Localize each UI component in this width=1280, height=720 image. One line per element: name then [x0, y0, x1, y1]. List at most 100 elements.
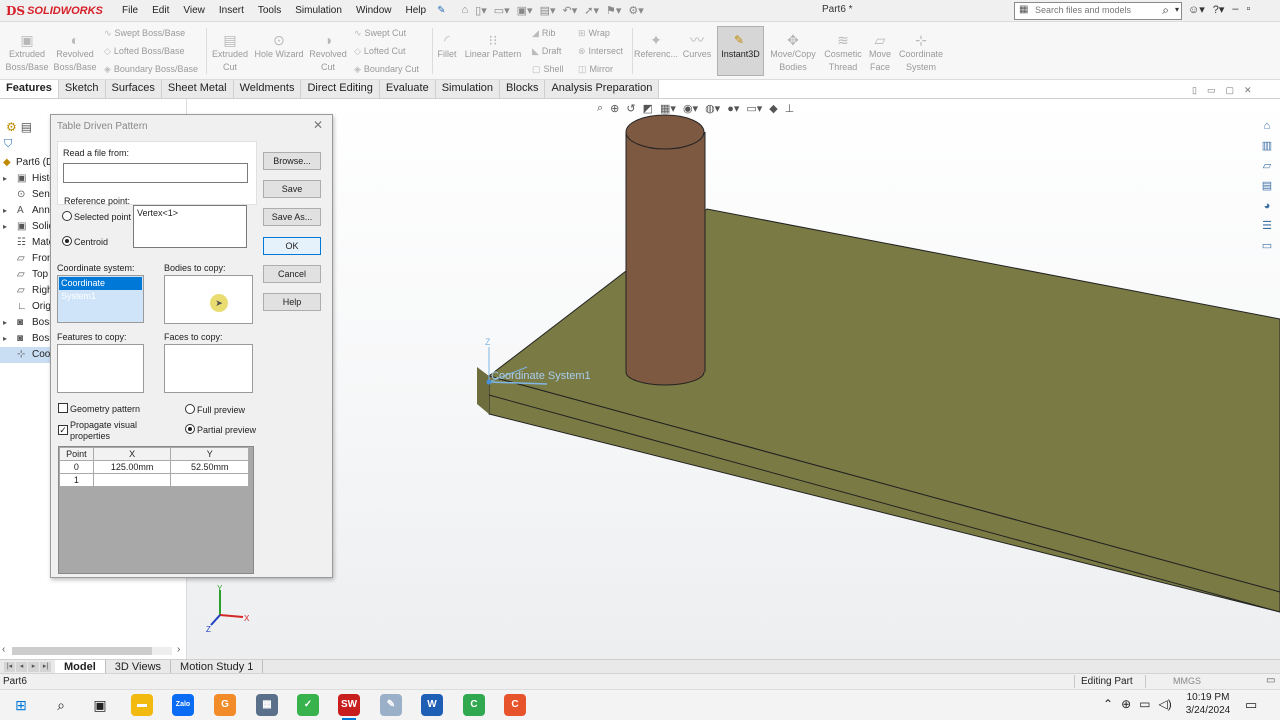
- search-input[interactable]: ▦ Search files and models ⌕ ▾: [1014, 2, 1182, 20]
- tab-direct-editing[interactable]: Direct Editing: [301, 80, 380, 98]
- coordinate-system-item[interactable]: Coordinate System1: [59, 277, 142, 301]
- tab-simulation[interactable]: Simulation: [435, 80, 501, 98]
- menu-insert[interactable]: Insert: [212, 5, 251, 16]
- cylinder-top-face[interactable]: [625, 114, 705, 150]
- paint-icon[interactable]: ✎: [380, 694, 402, 716]
- file-explorer-icon[interactable]: ▬: [131, 694, 153, 716]
- tree-item-history[interactable]: ▸ ▣ Histo: [0, 171, 50, 187]
- menu-edit[interactable]: Edit: [145, 5, 176, 16]
- zoom-area-icon[interactable]: ⊕: [610, 102, 619, 115]
- cancel-button[interactable]: Cancel: [263, 265, 321, 283]
- tab-analysis-preparation[interactable]: Analysis Preparation: [545, 80, 660, 98]
- save-as-button[interactable]: Save As...: [263, 208, 321, 226]
- search-icon[interactable]: ⌕: [1162, 3, 1169, 18]
- expand-icon[interactable]: ▸: [3, 171, 7, 187]
- zoom-to-fit-icon[interactable]: ⌕: [597, 102, 603, 115]
- tab-model[interactable]: Model: [55, 659, 106, 674]
- curves-button[interactable]: 〰 Curves: [680, 32, 714, 61]
- extruded-boss-button[interactable]: ▣ Extruded Boss/Base: [4, 32, 50, 74]
- faces-to-copy-list[interactable]: [164, 344, 253, 393]
- pin-icon[interactable]: ✎: [437, 5, 445, 16]
- expand-icon[interactable]: ▸: [3, 315, 7, 331]
- windows-start-icon[interactable]: ⊞: [10, 695, 32, 715]
- partial-preview-radio[interactable]: [185, 424, 195, 434]
- menu-simulation[interactable]: Simulation: [288, 5, 349, 16]
- status-message-icon[interactable]: ▭: [1266, 675, 1275, 686]
- filter-icon[interactable]: ⛉: [4, 138, 12, 151]
- minimize-icon[interactable]: –: [1232, 3, 1238, 16]
- feature-tree-tab-icon[interactable]: ⚙: [6, 120, 17, 134]
- app-g-icon[interactable]: G: [214, 694, 236, 716]
- tile-icon[interactable]: ▯: [1192, 85, 1197, 96]
- open-icon[interactable]: ▭▾: [494, 4, 510, 17]
- intersect-button[interactable]: ⊗ Intersect: [578, 46, 623, 57]
- minimize-viewport-icon[interactable]: ▭: [1207, 85, 1216, 96]
- centroid-radio[interactable]: [62, 236, 72, 246]
- x-cell[interactable]: [92, 473, 172, 487]
- menu-tools[interactable]: Tools: [251, 5, 288, 16]
- draft-button[interactable]: ◣ Draft: [532, 46, 561, 57]
- scroll-right-icon[interactable]: ›: [177, 644, 180, 655]
- y-cell[interactable]: [170, 473, 249, 487]
- notification-icon[interactable]: ▭: [1245, 697, 1257, 713]
- full-preview-radio[interactable]: [185, 404, 195, 414]
- calculator-icon[interactable]: ▦: [256, 694, 278, 716]
- expand-icon[interactable]: ▸: [3, 203, 7, 219]
- extruded-cut-button[interactable]: ▤ Extruded Cut: [208, 32, 252, 74]
- green-app-icon[interactable]: ✓: [297, 694, 319, 716]
- volume-icon[interactable]: ◁): [1158, 697, 1171, 711]
- chevron-down-icon[interactable]: ▾: [1175, 5, 1179, 14]
- first-tab-icon[interactable]: |◂: [4, 661, 15, 672]
- help-button[interactable]: Help: [263, 293, 321, 311]
- search-icon[interactable]: ⌕: [50, 695, 72, 715]
- tree-item-origin[interactable]: ∟ Origi: [0, 299, 50, 315]
- reference-geometry-button[interactable]: ✦ Referenc...: [634, 32, 678, 61]
- view-orientation-icon[interactable]: ▦▾: [660, 102, 676, 115]
- features-to-copy-list[interactable]: [57, 344, 144, 393]
- coordinate-system-list[interactable]: Coordinate System1: [57, 275, 144, 323]
- tab-motion-study[interactable]: Motion Study 1: [171, 659, 264, 674]
- display-style-icon[interactable]: ◉▾: [683, 102, 698, 115]
- tab-3d-views[interactable]: 3D Views: [106, 659, 172, 674]
- revolved-boss-button[interactable]: ◐ Revolved Boss/Base: [52, 32, 98, 74]
- fillet-button[interactable]: ◜ Fillet: [434, 32, 460, 61]
- tree-item-annotations[interactable]: ▸ A Anno: [0, 203, 50, 219]
- tree-horizontal-scrollbar[interactable]: ‹ ›: [0, 644, 187, 658]
- tree-item-front-plane[interactable]: ▱ Front: [0, 251, 50, 267]
- reference-point-field[interactable]: Vertex<1>: [133, 205, 247, 248]
- view-settings-icon[interactable]: ◆: [769, 102, 777, 115]
- save-icon[interactable]: ▣▾: [517, 4, 533, 17]
- tab-features[interactable]: Features: [0, 80, 59, 98]
- rib-button[interactable]: ◢ Rib: [532, 28, 555, 39]
- swept-boss-button[interactable]: ∿ Swept Boss/Base: [104, 28, 185, 39]
- scroll-left-icon[interactable]: ‹: [2, 644, 5, 655]
- previous-view-icon[interactable]: ↺: [626, 102, 635, 115]
- cosmetic-thread-button[interactable]: ≋ Cosmetic Thread: [820, 32, 866, 74]
- appearances-icon[interactable]: ◕: [1258, 198, 1276, 214]
- system-clock[interactable]: 10:19 PM 3/24/2024: [1184, 691, 1232, 717]
- tab-surfaces[interactable]: Surfaces: [105, 80, 162, 98]
- lofted-cut-button[interactable]: ◇ Lofted Cut: [354, 46, 405, 57]
- units-selector[interactable]: MMGS: [1173, 676, 1201, 686]
- section-view-icon[interactable]: ◩: [643, 102, 653, 115]
- scroll-thumb[interactable]: [12, 647, 152, 655]
- close-icon[interactable]: ✕: [313, 118, 323, 132]
- graphics-area[interactable]: Z Coordinate System1: [187, 99, 1280, 659]
- tab-blocks[interactable]: Blocks: [500, 80, 546, 98]
- close-viewport-icon[interactable]: ✕: [1244, 85, 1252, 96]
- solidworks-logo[interactable]: DS SOLIDWORKS: [0, 4, 115, 18]
- bodies-to-copy-list[interactable]: ➤: [164, 275, 253, 324]
- tab-sketch[interactable]: Sketch: [58, 80, 106, 98]
- tree-item-material[interactable]: ☷ Mate: [0, 235, 50, 251]
- move-face-button[interactable]: ▱ Move Face: [864, 32, 896, 74]
- tree-item-boss-extrude-1[interactable]: ▸ ◙ Boss: [0, 315, 50, 331]
- battery-icon[interactable]: ▭: [1139, 697, 1150, 711]
- move-copy-bodies-button[interactable]: ✥ Move/Copy Bodies: [766, 32, 820, 74]
- menu-window[interactable]: Window: [349, 5, 399, 16]
- home-task-icon[interactable]: ⌂: [1258, 118, 1276, 134]
- expand-icon[interactable]: ▸: [3, 219, 7, 235]
- undo-icon[interactable]: ↶▾: [562, 4, 577, 17]
- next-tab-icon[interactable]: ▸: [28, 661, 39, 672]
- prev-tab-icon[interactable]: ◂: [16, 661, 27, 672]
- hole-wizard-button[interactable]: ⊙ Hole Wizard: [254, 32, 304, 61]
